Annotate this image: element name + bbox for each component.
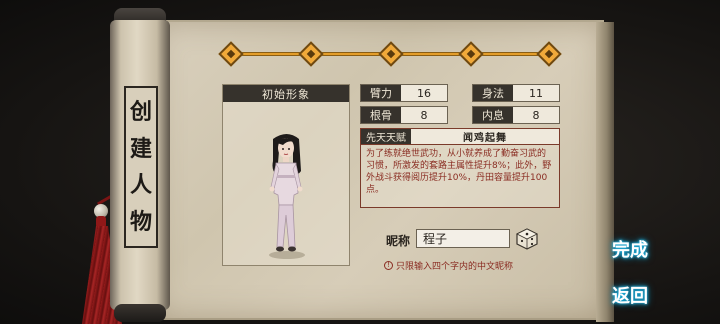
page-title: 创 建 人 物 (124, 86, 158, 248)
progress-step-2 (298, 41, 324, 67)
stat-value: 11 (513, 85, 559, 101)
portrait-header: 初始形象 (223, 85, 349, 102)
stat-constitution: 根骨 8 (360, 106, 448, 124)
title-char-1: 创 (129, 99, 152, 126)
talent-header: 先天天赋 闻鸡起舞 (361, 129, 559, 145)
stat-label: 臂力 (361, 85, 401, 101)
progress-step-5 (536, 41, 562, 67)
scroll-cap-bottom (114, 304, 166, 322)
stat-label: 身法 (473, 85, 513, 101)
parchment-fold (596, 22, 614, 322)
info-icon: ! (384, 261, 393, 270)
nickname-hint: ! 只限输入四个字内的中文昵称 (384, 259, 513, 272)
back-button[interactable]: 返回 (612, 282, 648, 308)
nickname-input[interactable] (416, 229, 510, 248)
stat-value: 16 (401, 85, 447, 101)
stat-label: 内息 (473, 107, 513, 123)
stat-strength: 臂力 16 (360, 84, 448, 102)
stat-inner-breath: 内息 8 (472, 106, 560, 124)
stat-label: 根骨 (361, 107, 401, 123)
stat-agility: 身法 11 (472, 84, 560, 102)
portrait-panel: 初始形象 (222, 84, 350, 266)
progress-step-1 (218, 41, 244, 67)
stat-value: 8 (513, 107, 559, 123)
talent-panel: 先天天赋 闻鸡起舞 为了练就绝世武功，从小就养成了勤奋习武的习惯，所激发的套路主… (360, 128, 560, 208)
game-screen: 创 建 人 物 初始形象 臂力 16 身法 11 根骨 8 内息 8 先天天赋 … (0, 0, 720, 324)
title-char-4: 物 (129, 208, 152, 235)
talent-name: 闻鸡起舞 (411, 129, 559, 144)
talent-description: 为了练就绝世武功，从小就养成了勤奋习武的习惯，所激发的套路主属性提升8%；此外，… (361, 145, 559, 207)
creation-progress-bar (218, 41, 562, 67)
progress-step-4 (458, 41, 484, 67)
stat-value: 8 (401, 107, 447, 123)
scroll-rod: 创 建 人 物 (108, 8, 172, 322)
title-char-3: 人 (129, 172, 152, 199)
character-sprite[interactable] (259, 131, 315, 261)
talent-label: 先天天赋 (361, 129, 411, 144)
title-char-2: 建 (129, 135, 152, 162)
nickname-label: 昵称 (386, 234, 411, 248)
nickname-hint-text: 只限输入四个字内的中文昵称 (396, 262, 514, 272)
progress-step-3 (378, 41, 404, 67)
done-button[interactable]: 完成 (612, 236, 648, 262)
random-dice-icon[interactable] (516, 228, 538, 250)
